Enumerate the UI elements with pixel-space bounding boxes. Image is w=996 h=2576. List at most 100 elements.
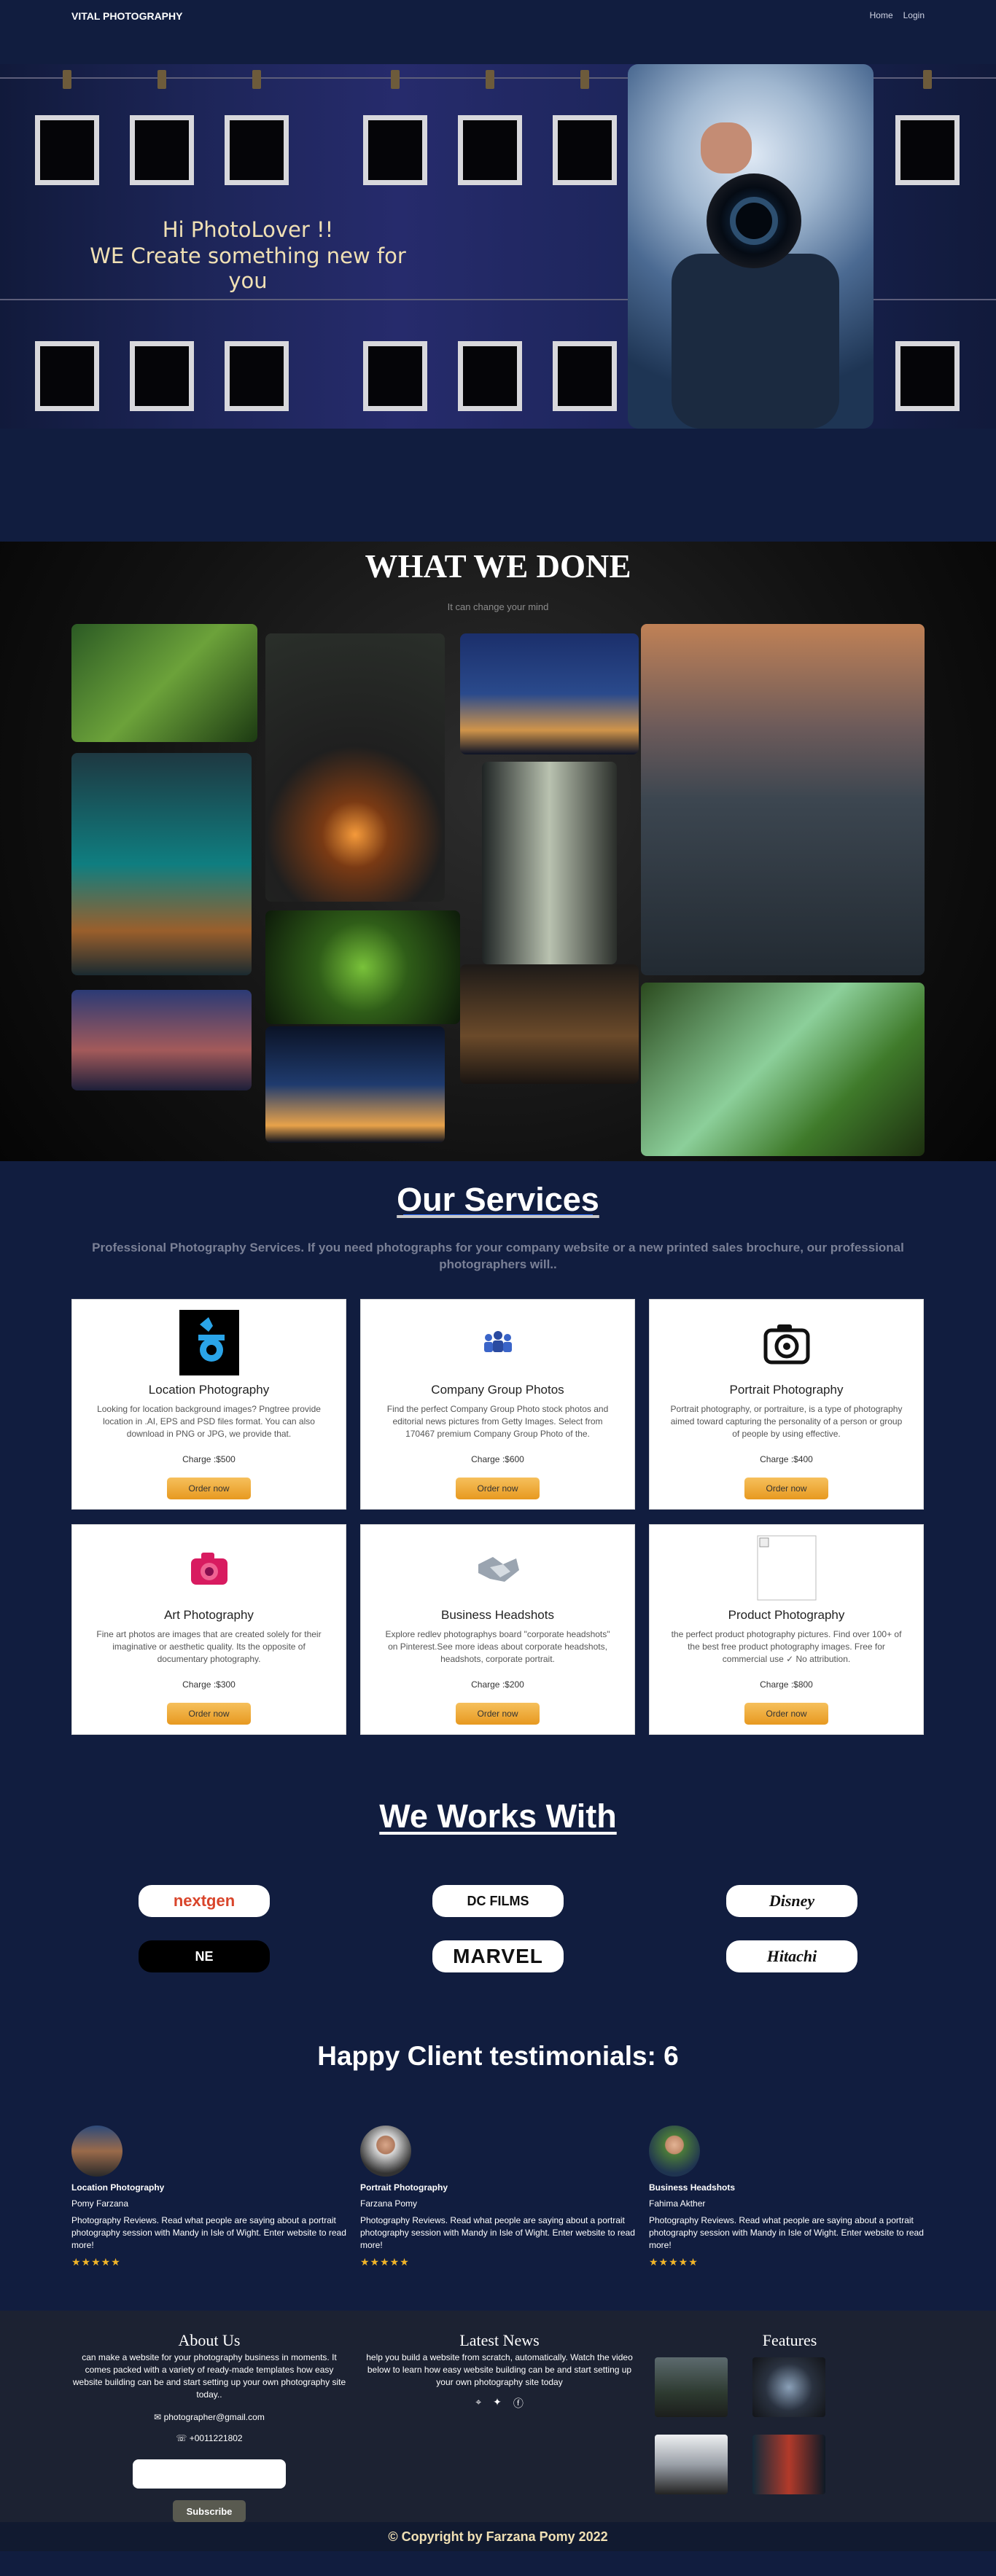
gallery-photo-city-lights[interactable]: [460, 633, 639, 754]
service-charge: Charge :$500: [182, 1454, 236, 1464]
rating-stars: ★★★★★: [360, 2256, 410, 2268]
nav-login-link[interactable]: Login: [903, 10, 925, 20]
service-card: Product Photography the perfect product …: [649, 1524, 924, 1735]
gallery-title: WHAT WE DONE: [365, 548, 631, 585]
service-desc: Find the perfect Company Group Photo sto…: [386, 1404, 609, 1439]
partner-logo-marvel[interactable]: MARVEL: [432, 1940, 564, 1972]
feature-image-coast[interactable]: [655, 2357, 728, 2417]
polaroid-frame: [225, 341, 289, 411]
camera-icon: [757, 1310, 817, 1375]
subscribe-button[interactable]: Subscribe: [173, 2500, 246, 2522]
service-title: Product Photography: [728, 1608, 845, 1622]
gallery-photo-city-dusk[interactable]: [71, 990, 252, 1090]
rating-stars: ★★★★★: [649, 2256, 699, 2268]
partner-logo-dc[interactable]: DC FILMS: [432, 1885, 564, 1917]
service-card: Business Headshots Explore redlev photog…: [360, 1524, 635, 1735]
polaroid-frame: [35, 341, 99, 411]
service-title: Business Headshots: [441, 1608, 554, 1622]
clothespin: [157, 70, 166, 89]
feature-image-camera[interactable]: [752, 2357, 825, 2417]
testimonial-category: Portrait Photography: [360, 2182, 448, 2193]
clothespin: [391, 70, 400, 89]
polaroid-frame: [458, 115, 522, 185]
location-photo-icon: [179, 1310, 239, 1375]
top-navbar: VITAL PHOTOGRAPHY Home Login: [0, 0, 996, 64]
order-now-button[interactable]: Order now: [456, 1478, 540, 1499]
services-subtitle: Professional Photography Services. If yo…: [92, 1241, 904, 1271]
subscribe-input[interactable]: [133, 2459, 286, 2489]
brand-logo[interactable]: VITAL PHOTOGRAPHY: [71, 10, 182, 22]
email-text[interactable]: photographer@gmail.com: [164, 2412, 265, 2422]
testimonial-text: Photography Reviews. Read what people ar…: [71, 2215, 346, 2250]
testimonial-text: Photography Reviews. Read what people ar…: [360, 2215, 635, 2250]
about-text: can make a website for your photography …: [72, 2352, 346, 2400]
testimonial-name: Pomy Farzana: [71, 2198, 129, 2209]
hand-shape: [701, 122, 752, 173]
gallery-photo-alley[interactable]: [460, 964, 639, 1084]
polaroid-frame: [553, 115, 617, 185]
sleeve-shape: [672, 254, 839, 429]
service-card: Location Photography Looking for locatio…: [71, 1299, 346, 1510]
lens-ring: [730, 197, 778, 245]
service-charge: Charge :$300: [182, 1679, 236, 1690]
feature-image-lights[interactable]: [752, 2435, 825, 2494]
gallery-photo-highway[interactable]: [641, 624, 925, 975]
order-now-button[interactable]: Order now: [744, 1478, 828, 1499]
polaroid-frame: [130, 341, 194, 411]
gallery-photo-plants[interactable]: [71, 624, 257, 742]
polaroid-frame: [363, 115, 427, 185]
feature-image-motorbike[interactable]: [655, 2435, 728, 2494]
services-section: Our Services Professional Photography Se…: [0, 1181, 996, 1735]
partner-logo-disney[interactable]: Disney: [726, 1885, 857, 1917]
order-now-button[interactable]: Order now: [167, 1703, 251, 1725]
location-pin-icon[interactable]: ⌖: [475, 2396, 481, 2411]
testimonials-section: Happy Client testimonials: 6 Location Ph…: [0, 2041, 996, 2268]
footer-news: Latest News help you build a website fro…: [365, 2331, 634, 2411]
twitter-icon[interactable]: ✦: [493, 2396, 502, 2411]
testimonial-category: Business Headshots: [649, 2182, 736, 2193]
pink-camera-icon: [179, 1535, 239, 1601]
avatar: [649, 2126, 700, 2177]
hero-tagline: WE Create something new for you: [90, 243, 406, 293]
footer-about: About Us can make a website for your pho…: [71, 2331, 347, 2522]
partner-logo-nextgen[interactable]: nextgen: [139, 1885, 270, 1917]
service-desc: Fine art photos are images that are crea…: [96, 1629, 322, 1664]
testimonials-row: Location Photography Pomy Farzana Photog…: [71, 2126, 925, 2268]
footer-features: Features: [655, 2331, 925, 2350]
service-title: Location Photography: [148, 1383, 270, 1397]
envelope-icon: ✉: [154, 2412, 164, 2422]
group-icon: [468, 1310, 528, 1375]
order-now-button[interactable]: Order now: [167, 1478, 251, 1499]
gallery-subtitle: It can change your mind: [447, 601, 549, 612]
hero-text: Hi PhotoLover !! WE Create something new…: [73, 217, 423, 293]
gallery-photo-buildings[interactable]: [482, 762, 617, 964]
polaroid-frame: [553, 341, 617, 411]
testimonial-name: Farzana Pomy: [360, 2198, 418, 2209]
gallery-photo-skyline-night[interactable]: [265, 1026, 445, 1143]
gallery-photo-campfire[interactable]: [265, 633, 445, 902]
polaroid-frame: [895, 341, 960, 411]
footer-phone: ☏ +0011221802: [71, 2432, 347, 2445]
service-charge: Charge :$400: [760, 1454, 813, 1464]
gallery-photo-street[interactable]: [71, 753, 252, 975]
service-desc: Looking for location background images? …: [97, 1404, 321, 1439]
facebook-icon[interactable]: ⓕ: [513, 2396, 524, 2411]
order-now-button[interactable]: Order now: [744, 1703, 828, 1725]
gallery-photo-fern[interactable]: [265, 910, 460, 1024]
clothespin: [580, 70, 589, 89]
testimonial-name: Fahima Akther: [649, 2198, 706, 2209]
gallery-section: WHAT WE DONE It can change your mind: [0, 542, 996, 1161]
phone-text[interactable]: +0011221802: [190, 2433, 243, 2443]
testimonial-card: Location Photography Pomy Farzana Photog…: [71, 2126, 347, 2268]
partner-logos: nextgen DC FILMS Disney NE MARVEL Hitach…: [139, 1885, 857, 1972]
nav-home-link[interactable]: Home: [870, 10, 893, 20]
footer-email: ✉ photographer@gmail.com: [71, 2411, 347, 2424]
partner-logo-ne[interactable]: NE: [139, 1940, 270, 1972]
clothespin: [252, 70, 261, 89]
phone-icon: ☏: [176, 2433, 190, 2443]
order-now-button[interactable]: Order now: [456, 1703, 540, 1725]
polaroid-frame: [225, 115, 289, 185]
hero-greeting: Hi PhotoLover !!: [162, 217, 334, 242]
gallery-photo-lake-bench[interactable]: [641, 983, 925, 1156]
partner-logo-hitachi[interactable]: Hitachi: [726, 1940, 857, 1972]
